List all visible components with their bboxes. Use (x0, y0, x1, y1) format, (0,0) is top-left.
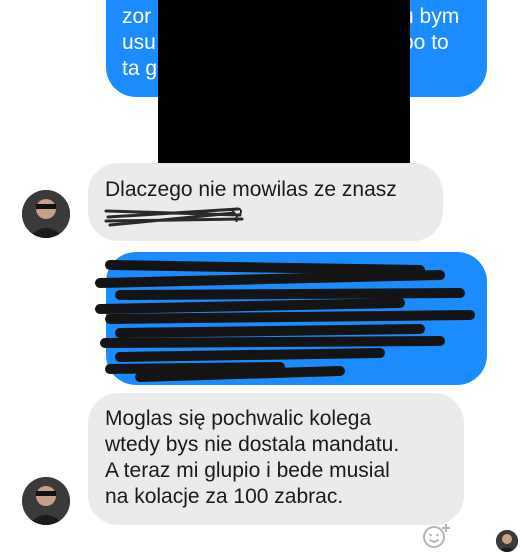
message-line: ? (231, 204, 243, 227)
redaction-box (158, 0, 410, 163)
avatar-icon (22, 190, 70, 238)
user-avatar[interactable] (22, 190, 70, 238)
message-line: u bym (402, 5, 460, 28)
incoming-message[interactable]: Dlaczego nie mowilas ze znasz ? (88, 163, 443, 241)
user-avatar[interactable] (22, 477, 70, 525)
message-line: ta g (122, 57, 158, 80)
message-line: na kolacje za 100 zabrac. (105, 485, 344, 508)
message-line: po to (402, 31, 449, 54)
message-line: Dlaczego nie mowilas ze znasz (105, 178, 397, 201)
message-line: zor (122, 5, 152, 28)
seen-avatar-icon (496, 530, 518, 552)
incoming-message[interactable]: Moglas się pochwalic kolega wtedy bys ni… (88, 393, 464, 525)
message-line: wtedy bys nie dostala mandatu. (105, 433, 400, 456)
avatar-icon (22, 477, 70, 525)
smiley-plus-icon[interactable] (420, 520, 454, 550)
message-line: usu (122, 31, 156, 54)
message-line: Moglas się pochwalic kolega (105, 407, 372, 430)
message-line: A teraz mi glupio i bede musial (105, 459, 390, 482)
outgoing-message-redacted[interactable] (106, 252, 487, 385)
